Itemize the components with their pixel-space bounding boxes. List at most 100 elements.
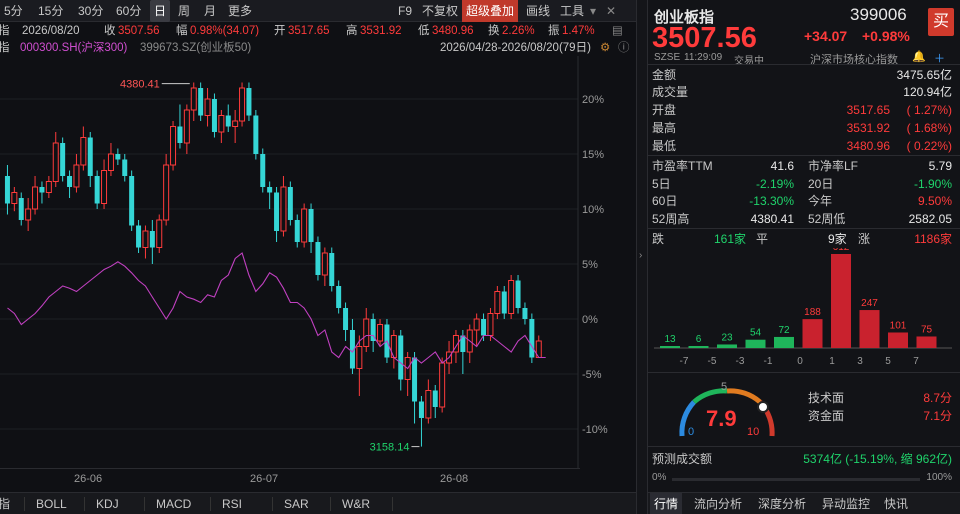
ytd-label: 今年 xyxy=(808,194,833,208)
tab-anomaly-monitor[interactable]: 异动监控 xyxy=(822,493,870,514)
indicator-rsi[interactable]: RSI xyxy=(222,493,242,514)
y-tick-label: 5% xyxy=(582,259,598,271)
period-more[interactable]: 更多 xyxy=(228,0,252,22)
period-week[interactable]: 周 xyxy=(178,0,190,22)
indicator-boll[interactable]: BOLL xyxy=(36,493,67,514)
breadth-bar xyxy=(916,336,937,348)
gauge-min-label: 0 xyxy=(688,426,695,438)
candle-body xyxy=(211,99,217,132)
breadth-axis-label: 1 xyxy=(829,356,835,367)
legend-range: 2026/04/28-2026/08/20(79日) xyxy=(440,42,591,54)
breadth-bar xyxy=(688,346,709,348)
close-icon[interactable]: ✕ xyxy=(606,0,616,22)
candle-body xyxy=(253,115,259,154)
breadth-axis-label: -3 xyxy=(736,356,745,367)
forecast-min: 0% xyxy=(652,472,667,483)
panel-collapse-handle[interactable]: › xyxy=(636,0,648,514)
tab-depth-analysis[interactable]: 深度分析 xyxy=(758,493,806,514)
period-month[interactable]: 月 xyxy=(204,0,216,22)
last-price: 3507.56 xyxy=(652,22,757,54)
collapse-arrow-icon[interactable]: › xyxy=(639,250,642,261)
indicator-wr[interactable]: W&R xyxy=(342,493,370,514)
indicator-kdj[interactable]: KDJ xyxy=(96,493,119,514)
l52-value: 2582.05 xyxy=(908,212,952,226)
period-60min[interactable]: 60分 xyxy=(116,0,141,22)
d5-label: 5日 xyxy=(652,177,671,191)
legend-series-cyb50[interactable]: 399673.SZ(创业板50) xyxy=(140,40,251,56)
breadth-summary: 跌 161家 平 9家 涨 1186家 xyxy=(652,230,952,248)
x-tick-jul: 26-07 xyxy=(250,473,279,485)
volume-label: 成交量 xyxy=(652,85,689,99)
indicator-macd[interactable]: MACD xyxy=(156,493,191,514)
chart-toolbar: 5分 15分 30分 60分 日 周 月 更多 F9 不复权 超级叠加 画线 工… xyxy=(0,0,636,22)
period-day[interactable]: 日 xyxy=(150,0,171,22)
stat-row-amount: 金额 3475.65亿 xyxy=(652,66,952,84)
candle-body xyxy=(377,324,384,342)
indicator-sep xyxy=(272,497,273,511)
candle-body xyxy=(515,280,521,308)
period-5min[interactable]: 5分 xyxy=(4,0,23,22)
candle-body xyxy=(274,192,280,231)
indicator-index[interactable]: 指 xyxy=(0,493,10,514)
candle-body xyxy=(260,154,266,187)
candle-body xyxy=(487,313,494,336)
draw-line-button[interactable]: 画线 xyxy=(526,0,550,22)
legend-series-hs300[interactable]: 000300.SH(沪深300) xyxy=(20,40,127,56)
low-label: 低 xyxy=(418,25,430,37)
legend-info-icon[interactable]: ⓘ xyxy=(618,40,630,56)
forecast-value: 5374亿 (-15.19%, 缩 962亿) xyxy=(803,452,952,466)
buy-button[interactable]: 买 xyxy=(928,8,954,36)
min-price-label: 3158.14 xyxy=(370,442,410,454)
pb-value: 5.79 xyxy=(928,159,952,173)
quote-panel: 创业板指 399006 买 3507.56 +34.07 +0.98% SZSE… xyxy=(648,0,960,514)
tab-quote[interactable]: 行情 xyxy=(650,493,683,514)
info-expand-icon[interactable]: ▤ xyxy=(612,22,623,40)
candle-body xyxy=(280,186,287,232)
legend-settings-icon[interactable]: ⚙ xyxy=(600,40,610,56)
x-tick-jun: 26-06 xyxy=(74,473,103,485)
price-change-pct: +0.98% xyxy=(862,28,910,44)
high-label: 高 xyxy=(346,25,358,37)
open-label: 开盘 xyxy=(652,103,677,117)
period-30min[interactable]: 30分 xyxy=(78,0,103,22)
candle-body xyxy=(190,87,197,111)
tools-dropdown-icon[interactable]: ▾ xyxy=(590,0,596,22)
super-overlay-button[interactable]: 超级叠加 xyxy=(462,0,519,22)
candle-body xyxy=(163,164,170,221)
tools-button[interactable]: 工具 xyxy=(560,0,584,22)
indicator-sar[interactable]: SAR xyxy=(284,493,309,514)
candle-body xyxy=(87,137,93,176)
candle-body xyxy=(246,88,252,116)
open-pct: ( 1.27%) xyxy=(906,103,952,117)
f9-button[interactable]: F9 xyxy=(398,0,412,22)
flat-label: 平 xyxy=(756,232,769,246)
tab-news-flash[interactable]: 快讯 xyxy=(884,493,908,514)
breadth-axis-label: 7 xyxy=(913,356,919,367)
candle-body xyxy=(439,362,446,408)
gauge-mid-label: 5 xyxy=(721,381,728,393)
open-value: 3517.65 xyxy=(288,25,330,37)
no-adjust-button[interactable]: 不复权 xyxy=(422,0,458,22)
candle-body xyxy=(481,319,487,336)
tab-flow-analysis[interactable]: 流向分析 xyxy=(694,493,742,514)
candlestick-chart[interactable]: 20% 15% 10% 5% 0% -5% -10% 4380.41 3158.14 xyxy=(0,56,636,468)
candle-body xyxy=(363,318,370,347)
amp-label: 幅 xyxy=(176,25,188,37)
index-label: 指 xyxy=(0,25,10,37)
breadth-bar xyxy=(717,344,737,348)
period-15min[interactable]: 15分 xyxy=(38,0,63,22)
breadth-axis-label: 0 xyxy=(797,356,803,367)
breadth-axis-label: -7 xyxy=(680,356,689,367)
breadth-bar xyxy=(660,346,680,348)
candle-body xyxy=(101,170,108,204)
score-value: 7.9 xyxy=(706,406,737,431)
candle-body xyxy=(129,176,135,226)
bell-icon[interactable]: 🔔 xyxy=(912,50,926,63)
candle-body xyxy=(32,186,39,210)
y-tick-label: 20% xyxy=(582,94,604,106)
y-tick-label: 10% xyxy=(582,204,604,216)
candle-body xyxy=(329,253,335,286)
breadth-bar xyxy=(831,254,851,348)
divider xyxy=(648,64,960,65)
candle-body xyxy=(170,126,177,166)
